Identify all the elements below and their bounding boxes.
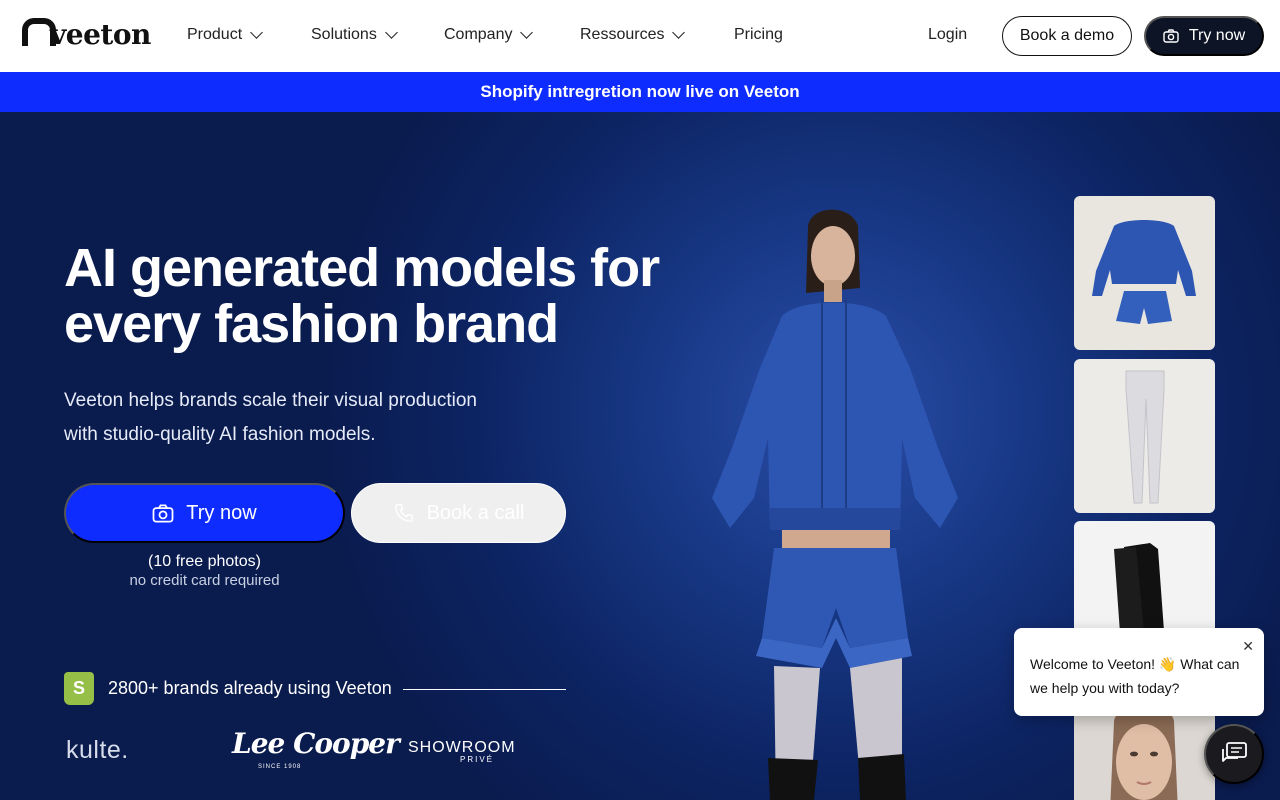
product-card-jacket[interactable]: [1074, 196, 1215, 350]
brand-logo-prive: PRIVÉ: [460, 755, 495, 764]
camera-icon: [1163, 29, 1179, 43]
chevron-down-icon: [250, 26, 264, 39]
chat-launcher-button[interactable]: [1204, 724, 1264, 784]
nav-item-label: Ressources: [580, 26, 665, 43]
try-now-label: Try now: [1188, 27, 1246, 44]
nav-item-label: Product: [187, 26, 243, 43]
nav-item-solutions[interactable]: Solutions: [311, 26, 398, 44]
nav-item-label: Company: [444, 26, 513, 43]
book-call-button[interactable]: Book a call: [351, 483, 566, 543]
login-link[interactable]: Login: [928, 26, 967, 44]
nav-item-label: Solutions: [311, 26, 377, 43]
shopify-icon: S: [64, 672, 94, 705]
hero-subtitle-line: Veeton helps brands scale their visual p…: [64, 390, 477, 411]
hero-subtitle-line: with studio-quality AI fashion models.: [64, 424, 376, 445]
product-card-face[interactable]: [1074, 702, 1215, 800]
divider: [403, 689, 566, 690]
try-now-nav-button[interactable]: Try now: [1144, 16, 1264, 56]
hero-title-line: AI generated models for: [64, 238, 660, 298]
chevron-down-icon: [672, 26, 686, 39]
product-card-tights[interactable]: [1074, 359, 1215, 513]
hero-subtitle: Veeton helps brands scale their visual p…: [64, 384, 524, 452]
book-demo-button[interactable]: Book a demo: [1002, 16, 1132, 56]
chat-welcome-line: Welcome to Veeton! 👋 What can: [1030, 656, 1240, 672]
nav-item-pricing[interactable]: Pricing: [734, 26, 783, 44]
announcement-banner[interactable]: Shopify intregretion now live on Veeton: [0, 72, 1280, 112]
chevron-down-icon: [384, 26, 398, 39]
tights-image: [1125, 370, 1165, 504]
hero-title-line: every fashion brand: [64, 294, 559, 354]
close-icon[interactable]: ✕: [1242, 634, 1254, 658]
banner-text: Shopify intregretion now live on Veeton: [480, 82, 800, 101]
camera-icon: [152, 503, 174, 523]
chat-welcome-bubble[interactable]: ✕ Welcome to Veeton! 👋 What can we help …: [1014, 628, 1264, 716]
model-image: [712, 209, 958, 800]
top-nav: veeton Product Solutions Company Ressour…: [0, 0, 1280, 72]
model-face-image: [1110, 707, 1178, 800]
nav-item-product[interactable]: Product: [187, 26, 264, 44]
try-now-button[interactable]: Try now: [64, 483, 345, 543]
logo-mark-icon: [22, 18, 56, 48]
book-call-label: Book a call: [426, 501, 525, 524]
veeton-logo[interactable]: veeton: [22, 18, 151, 51]
chat-icon: [1222, 742, 1247, 762]
brands-counter: S 2800+ brands already using Veeton: [64, 672, 392, 705]
hero-title: AI generated models for every fashion br…: [64, 240, 684, 352]
logo-text: veeton: [50, 18, 151, 51]
nav-item-ressources[interactable]: Ressources: [580, 26, 686, 44]
no-credit-card-note: no credit card required: [129, 572, 280, 589]
chevron-down-icon: [520, 26, 534, 39]
brand-logo-kulte: kulte.: [66, 736, 129, 764]
try-now-label: Try now: [186, 501, 257, 524]
free-photos-note: (10 free photos): [148, 553, 261, 570]
nav-item-label: Pricing: [734, 26, 783, 43]
brand-logo-lee-cooper-sub: SINCE 1908: [258, 764, 302, 770]
nav-item-company[interactable]: Company: [444, 26, 534, 44]
phone-icon: [394, 504, 413, 522]
jacket-shorts-image: [1092, 220, 1196, 324]
brand-logo-lee-cooper: Lee Cooper: [232, 727, 400, 760]
chat-welcome-line: we help you with today?: [1030, 680, 1180, 696]
brands-text: 2800+ brands already using Veeton: [108, 678, 392, 698]
